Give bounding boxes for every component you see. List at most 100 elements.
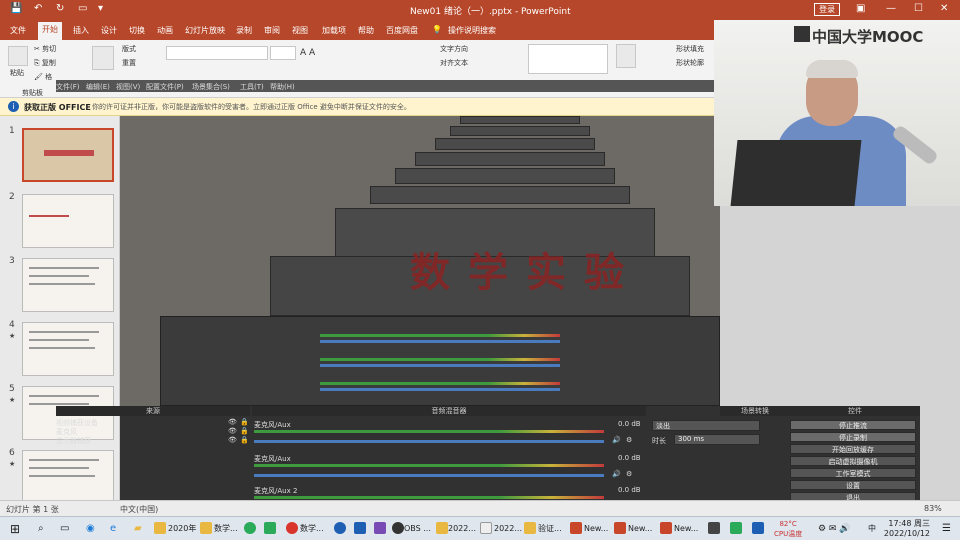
cpu-temp-indicator[interactable]: 82°C CPU温度 <box>774 519 802 539</box>
stop-streaming-button[interactable]: 停止推流 <box>790 420 916 430</box>
tab-animations[interactable]: 动画 <box>157 25 173 36</box>
taskbar-item[interactable]: 数学... <box>214 521 238 537</box>
tell-me-search[interactable]: 操作说明搜索 <box>448 25 496 36</box>
copy-button[interactable]: ⎘ 复制 <box>34 58 56 68</box>
volume-slider[interactable] <box>254 440 604 443</box>
app-icon[interactable] <box>334 522 346 534</box>
tab-review[interactable]: 审阅 <box>264 25 280 36</box>
gear-icon[interactable]: ⚙ <box>626 470 632 478</box>
slide-thumbnail-3[interactable] <box>22 258 114 312</box>
ime-indicator[interactable]: 中 <box>868 521 876 537</box>
source-item-display[interactable]: 显示器捕获 <box>56 436 91 446</box>
obs-menu-edit[interactable]: 编辑(E) <box>86 82 110 92</box>
format-painter-button[interactable]: 🖌 格 <box>34 72 52 82</box>
close-button[interactable]: ✕ <box>940 3 948 14</box>
eye-icon[interactable]: 👁 <box>228 427 237 435</box>
taskbar-item[interactable]: 数学... <box>300 521 324 537</box>
obs-menu-scene-collection[interactable]: 场景集合(S) <box>192 82 230 92</box>
taskbar-item[interactable]: 2022... <box>448 521 476 537</box>
edge-icon[interactable]: ◉ <box>86 521 95 537</box>
lock-icon[interactable]: 🔒 <box>240 418 249 426</box>
font-size-box[interactable] <box>270 46 296 60</box>
eye-icon[interactable]: 👁 <box>228 436 237 444</box>
tab-file[interactable]: 文件 <box>10 25 26 36</box>
font-name-box[interactable] <box>166 46 268 60</box>
eye-icon[interactable]: 👁 <box>228 418 237 426</box>
obs-menu-tools[interactable]: 工具(T) <box>240 82 264 92</box>
obs-menu-help[interactable]: 帮助(H) <box>270 82 295 92</box>
lock-icon[interactable]: 🔒 <box>240 436 249 444</box>
reset-button[interactable]: 重置 <box>122 58 136 68</box>
taskbar-item[interactable]: 2020年 <box>168 521 196 537</box>
undo-icon[interactable]: ↶ <box>34 3 42 14</box>
shape-fill-button[interactable]: 形状填充 <box>676 44 704 54</box>
ie-icon[interactable]: e <box>110 521 116 537</box>
maximize-button[interactable]: ☐ <box>914 3 923 14</box>
tray-icons[interactable]: ⚙ ✉ 🔊 <box>818 521 851 537</box>
lock-icon[interactable]: 🔒 <box>240 427 249 435</box>
start-from-beginning-icon[interactable]: ▭ <box>78 3 87 14</box>
new-slide-icon[interactable] <box>92 46 114 70</box>
app-icon[interactable] <box>374 522 386 534</box>
shapes-gallery[interactable] <box>528 44 608 74</box>
obs-menu-view[interactable]: 视图(V) <box>116 82 140 92</box>
login-button[interactable]: 登录 <box>814 3 840 16</box>
duration-input[interactable]: 300 ms <box>674 434 760 445</box>
tab-slideshow[interactable]: 幻灯片放映 <box>185 25 225 36</box>
speaker-icon[interactable]: 🔊 <box>612 470 621 478</box>
zoom-level[interactable]: 83% <box>924 504 942 513</box>
tab-record[interactable]: 录制 <box>236 25 252 36</box>
settings-button[interactable]: 设置 <box>790 480 916 490</box>
folder-icon[interactable]: ▰ <box>134 521 142 537</box>
volume-slider[interactable] <box>254 474 604 477</box>
taskbar-item[interactable]: New... <box>584 521 608 537</box>
shape-outline-button[interactable]: 形状轮廓 <box>676 58 704 68</box>
paste-icon[interactable] <box>8 46 28 66</box>
task-view-icon[interactable]: ▭ <box>60 521 69 537</box>
cut-button[interactable]: ✂ 剪切 <box>34 44 56 54</box>
app-icon[interactable] <box>752 522 764 534</box>
taskbar-item[interactable]: 2022... <box>494 521 522 537</box>
tab-help[interactable]: 帮助 <box>358 25 374 36</box>
transition-select[interactable]: 淡出 <box>652 420 760 431</box>
slide-thumbnail-1[interactable] <box>22 128 114 182</box>
layout-button[interactable]: 版式 <box>122 44 136 54</box>
obs-menu-file[interactable]: 文件(F) <box>56 82 80 92</box>
clock[interactable]: 17:48 周三 2022/10/12 <box>884 519 930 539</box>
app-icon[interactable] <box>264 522 276 534</box>
taskbar-item[interactable]: 验证... <box>538 521 562 537</box>
speaker-icon[interactable]: 🔊 <box>612 436 621 444</box>
ribbon-display-icon[interactable]: ▣ <box>856 3 865 14</box>
replay-buffer-button[interactable]: 开始回放缓存 <box>790 444 916 454</box>
gear-icon[interactable]: ⚙ <box>626 436 632 444</box>
app-icon[interactable] <box>708 522 720 534</box>
app-icon[interactable] <box>730 522 742 534</box>
notifications-icon[interactable]: ☰ <box>942 521 951 537</box>
tab-view[interactable]: 视图 <box>292 25 308 36</box>
app-icon[interactable] <box>354 522 366 534</box>
tab-home[interactable]: 开始 <box>38 22 62 40</box>
slide-thumbnail-6[interactable] <box>22 450 114 504</box>
grow-font-icon[interactable]: A A <box>300 48 315 58</box>
wechat-icon[interactable] <box>244 522 256 534</box>
redo-icon[interactable]: ↻ <box>56 3 64 14</box>
taskbar-item[interactable]: OBS ... <box>404 521 431 537</box>
slide-canvas[interactable]: 文件(F) 编辑(E) 视图(V) 配置文件(P) 场景集合(S) 工具(T) … <box>56 80 776 510</box>
paste-button[interactable]: 粘贴 <box>10 68 24 78</box>
tab-transitions[interactable]: 切换 <box>129 25 145 36</box>
minimize-button[interactable]: — <box>886 3 896 14</box>
taskbar-item[interactable]: New... <box>628 521 652 537</box>
search-icon[interactable]: ⌕ <box>38 521 44 537</box>
taskbar-item[interactable]: New... <box>674 521 698 537</box>
save-icon[interactable]: 💾 <box>10 3 22 14</box>
tab-baidu[interactable]: 百度网盘 <box>386 25 418 36</box>
virtual-camera-button[interactable]: 启动虚拟摄像机 <box>790 456 916 466</box>
slide-thumbnail-2[interactable] <box>22 194 114 248</box>
tab-addins[interactable]: 加载项 <box>322 25 346 36</box>
obs-menu-profile[interactable]: 配置文件(P) <box>146 82 184 92</box>
arrange-icon[interactable] <box>616 44 636 68</box>
customize-qat-icon[interactable]: ▾ <box>98 3 103 14</box>
slide-thumbnail-4[interactable] <box>22 322 114 376</box>
tab-design[interactable]: 设计 <box>101 25 117 36</box>
studio-mode-button[interactable]: 工作室模式 <box>790 468 916 478</box>
